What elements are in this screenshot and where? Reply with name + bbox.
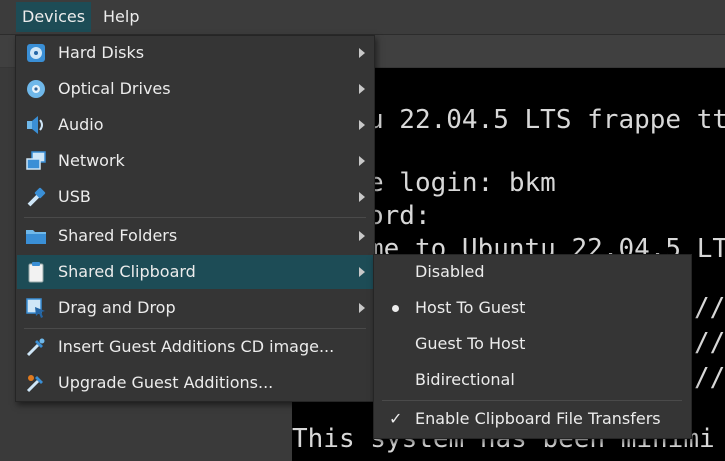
menu-item-label: Drag and Drop (58, 298, 176, 317)
submenu-arrow-icon (359, 231, 365, 241)
menu-item-audio[interactable]: Audio (17, 108, 373, 142)
option-label: Host To Guest (415, 298, 526, 317)
menu-item-label: Shared Clipboard (58, 262, 196, 281)
menu-item-usb[interactable]: USB (17, 180, 373, 214)
submenu-arrow-icon (359, 192, 365, 202)
clipboard-option-guest-to-host[interactable]: Guest To Host (375, 327, 690, 361)
drag-drop-icon (26, 298, 45, 318)
checkmark-icon: ✓ (389, 409, 403, 428)
menu-item-shared-folders[interactable]: Shared Folders (17, 219, 373, 253)
console-line: // (694, 363, 725, 393)
devices-menu: Hard Disks Optical Drives Audio Network (15, 35, 375, 402)
shared-clipboard-submenu: Disabled Host To Guest Guest To Host Bid… (373, 254, 692, 439)
audio-icon (27, 116, 43, 134)
menu-item-label: Upgrade Guest Additions... (58, 373, 274, 392)
submenu-arrow-icon (359, 156, 365, 166)
option-label: Guest To Host (415, 334, 526, 353)
usb-icon (27, 187, 46, 207)
menu-item-insert-guest-additions[interactable]: Insert Guest Additions CD image... (17, 330, 373, 364)
shared-folder-icon (26, 230, 46, 244)
clipboard-option-disabled[interactable]: Disabled (375, 255, 690, 289)
menu-item-drag-and-drop[interactable]: Drag and Drop (17, 291, 373, 325)
menu-separator (24, 328, 366, 329)
menu-item-upgrade-guest-additions[interactable]: Upgrade Guest Additions... (17, 366, 373, 400)
menu-item-label: Network (58, 151, 125, 170)
clipboard-file-transfers-toggle[interactable]: ✓ Enable Clipboard File Transfers (375, 402, 690, 436)
menu-separator (24, 217, 366, 218)
network-icon (26, 151, 46, 170)
console-line: e login: bkm (368, 168, 556, 198)
console-line: // (694, 328, 725, 358)
submenu-arrow-icon (359, 48, 365, 58)
menu-item-label: Shared Folders (58, 226, 178, 245)
console-line: ord: (368, 201, 431, 231)
menu-devices[interactable]: Devices (16, 2, 92, 32)
menu-item-label: Insert Guest Additions CD image... (58, 337, 335, 356)
menu-item-network[interactable]: Network (17, 144, 373, 178)
upgrade-icon (26, 375, 43, 393)
radio-selected-icon (392, 305, 399, 312)
optical-drive-icon (27, 80, 45, 98)
menu-bar: Devices Help (0, 0, 725, 35)
console-line: u 22.04.5 LTS frappe tty (368, 105, 725, 135)
menu-item-label: Audio (58, 115, 104, 134)
install-icon (26, 338, 45, 357)
submenu-arrow-icon (359, 303, 365, 313)
submenu-arrow-icon (359, 84, 365, 94)
menu-item-label: USB (58, 187, 91, 206)
clipboard-option-bidirectional[interactable]: Bidirectional (375, 363, 690, 397)
option-label: Enable Clipboard File Transfers (415, 409, 661, 428)
menu-item-label: Hard Disks (58, 43, 145, 62)
submenu-arrow-icon (359, 267, 365, 277)
clipboard-option-host-to-guest[interactable]: Host To Guest (375, 291, 690, 325)
menu-item-optical-drives[interactable]: Optical Drives (17, 72, 373, 106)
menu-separator (382, 400, 682, 401)
menu-item-label: Optical Drives (58, 79, 171, 98)
submenu-arrow-icon (359, 120, 365, 130)
option-label: Disabled (415, 262, 485, 281)
console-line: // (694, 293, 725, 323)
menu-item-hard-disks[interactable]: Hard Disks (17, 36, 373, 70)
clipboard-icon (28, 262, 44, 283)
hard-disk-icon (27, 44, 45, 62)
option-label: Bidirectional (415, 370, 515, 389)
menu-item-shared-clipboard[interactable]: Shared Clipboard (17, 255, 373, 289)
menu-help[interactable]: Help (97, 2, 145, 32)
